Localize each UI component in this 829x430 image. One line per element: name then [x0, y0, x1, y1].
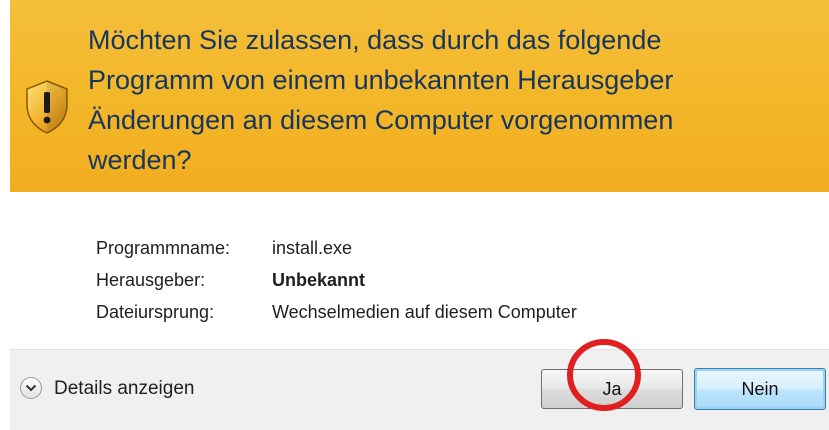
program-info: Programmname: install.exe Herausgeber: U… [96, 232, 577, 328]
no-button[interactable]: Nein [694, 368, 826, 410]
program-name-value: install.exe [272, 237, 353, 258]
info-row-program-name: Programmname: install.exe [96, 232, 577, 264]
file-origin-value: Wechselmedien auf diesem Computer [272, 301, 577, 322]
info-row-publisher: Herausgeber: Unbekannt [96, 264, 577, 296]
yes-button[interactable]: Ja [541, 369, 683, 409]
uac-warning-shield-icon [24, 79, 70, 135]
program-name-label: Programmname: [96, 237, 231, 258]
chevron-down-circle-icon[interactable] [20, 377, 42, 399]
uac-dialog: Möchten Sie zulassen, dass durch das fol… [0, 0, 829, 430]
file-origin-label: Dateiursprung: [96, 301, 215, 322]
info-row-file-origin: Dateiursprung: Wechselmedien auf diesem … [96, 296, 577, 328]
dialog-content: Programmname: install.exe Herausgeber: U… [10, 192, 829, 349]
dialog-footer: Details anzeigen Ja Nein [10, 349, 829, 430]
show-details-link[interactable]: Details anzeigen [54, 377, 194, 401]
dialog-question: Möchten Sie zulassen, dass durch das fol… [88, 25, 674, 175]
publisher-label: Herausgeber: [96, 269, 206, 290]
publisher-value: Unbekannt [272, 269, 366, 290]
